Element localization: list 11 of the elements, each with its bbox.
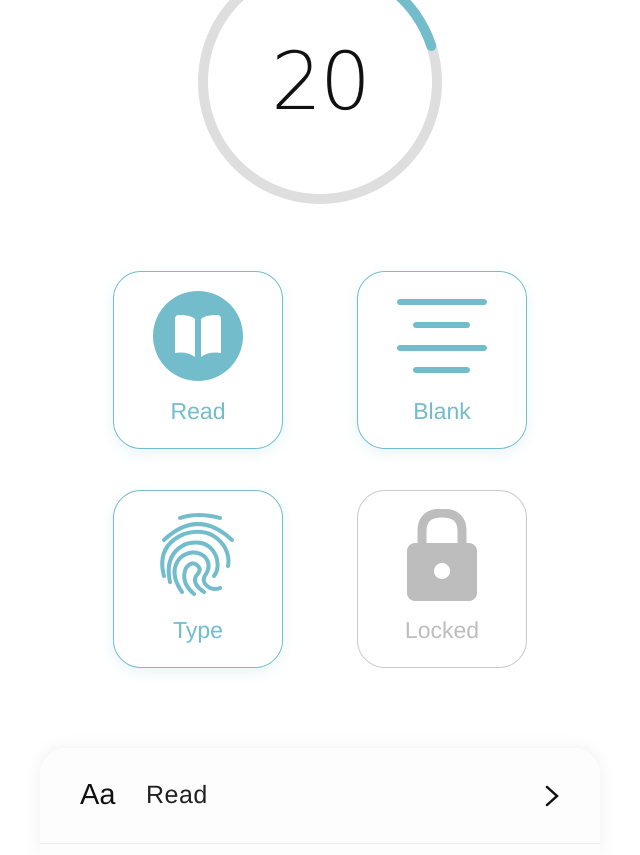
book-icon [153, 291, 243, 381]
padlock-icon [406, 509, 478, 601]
font-symbol: Aa [80, 779, 116, 812]
lines-icon [397, 298, 487, 374]
timer-count: 20 [271, 35, 369, 128]
settings-row[interactable]: Aa Read [40, 748, 600, 844]
mode-button[interactable]: Type [113, 490, 283, 668]
mode-button[interactable]: Blank [357, 271, 527, 449]
mode-button[interactable]: Read [113, 271, 283, 449]
chevron-right-icon [544, 784, 560, 808]
row-label: Read [146, 781, 209, 810]
